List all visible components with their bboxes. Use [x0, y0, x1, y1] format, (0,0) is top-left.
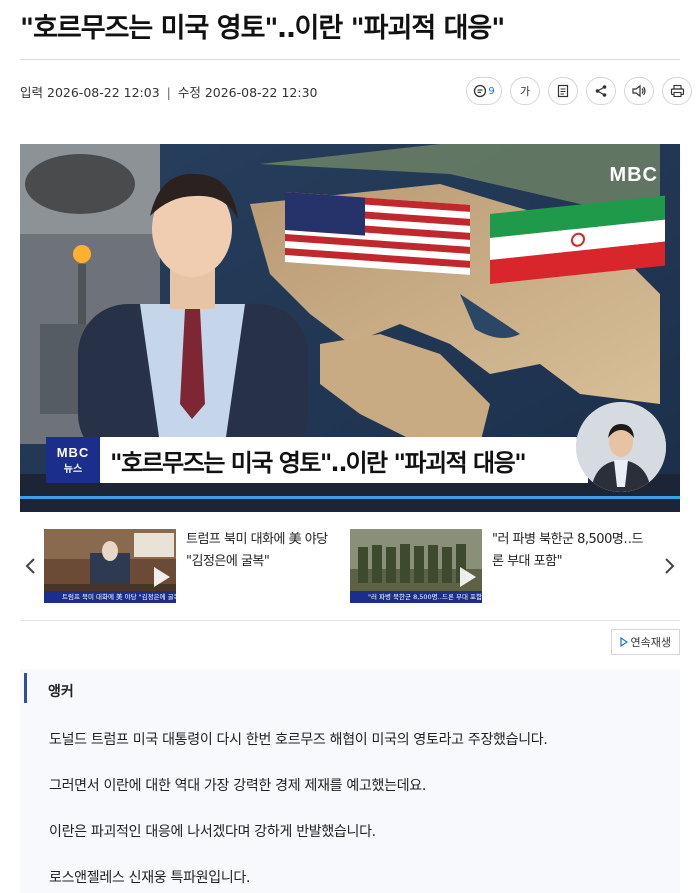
- related-videos: 트럼프 북미 대화에 美 야당 "김정은에 굴복" 트럼프 북미 대화에 美 야…: [20, 526, 680, 608]
- related-thumbnail[interactable]: 트럼프 북미 대화에 美 야당 "김정은에 굴복": [44, 529, 176, 603]
- article-meta: 입력 2026-08-22 12:03 | 수정 2026-08-22 12:3…: [20, 82, 317, 101]
- related-item[interactable]: 트럼프 북미 대화에 美 야당 "김정은에 굴복" 트럼프 북미 대화에 美 야…: [44, 529, 346, 603]
- comment-icon: [474, 84, 487, 98]
- related-title[interactable]: 트럼프 북미 대화에 美 야당 "김정은에 굴복": [186, 529, 346, 603]
- speaker-label: 앵커: [48, 684, 74, 700]
- tts-button[interactable]: [624, 77, 654, 105]
- clip-button[interactable]: [548, 77, 578, 105]
- chevron-right-icon: [665, 558, 675, 574]
- body-paragraph: 이란은 파괴적인 대응에 나서겠다며 강하게 반발했습니다.: [49, 824, 376, 840]
- thumb-caption: "러 파병 북한군 8,500명‥드론 부대 포함": [350, 591, 482, 603]
- divider: [20, 59, 680, 60]
- news-video-player[interactable]: MBC MBC 뉴스 "호르무즈는 미국 영토"‥이란 "파괴적 대응": [20, 144, 680, 512]
- comment-count: 9: [488, 85, 495, 97]
- autoplay-toggle[interactable]: 연속재생: [610, 629, 680, 655]
- mbc-news-logo: MBC 뉴스: [46, 437, 100, 483]
- speaker-icon: [632, 84, 646, 98]
- article-headline: "호르무즈는 미국 영토"‥이란 "파괴적 대응": [20, 13, 505, 44]
- body-paragraph: 그러면서 이란에 대한 역대 가장 강력한 경제 제재를 예고했는데요.: [49, 778, 427, 794]
- speaker-marker: [24, 673, 27, 703]
- lt-logo-bottom: 뉴스: [63, 464, 83, 475]
- lower-third-caption: MBC 뉴스 "호르무즈는 미국 영토"‥이란 "파괴적 대응": [46, 437, 588, 483]
- body-paragraph: 도널드 트럼프 미국 대통령이 다시 한번 호르무즈 해협이 미국의 영토라고 …: [49, 732, 548, 748]
- share-icon: [595, 85, 607, 97]
- prev-button[interactable]: [20, 554, 40, 578]
- signer-image: [576, 402, 666, 492]
- clip-icon: [557, 84, 569, 98]
- edit-label: 수정: [177, 85, 201, 100]
- print-icon: [670, 84, 684, 98]
- chevron-left-icon: [25, 558, 35, 574]
- next-button[interactable]: [660, 554, 680, 578]
- share-button[interactable]: [586, 77, 616, 105]
- related-item[interactable]: "러 파병 북한군 8,500명‥드론 부대 포함" "러 파병 북한군 8,5…: [350, 529, 652, 603]
- play-icon: [460, 567, 476, 587]
- play-icon: [619, 637, 628, 647]
- edit-time: 2026-08-22 12:30: [204, 85, 318, 100]
- lt-logo-top: MBC: [56, 445, 90, 460]
- lower-third-text: "호르무즈는 미국 영토"‥이란 "파괴적 대응": [110, 448, 527, 477]
- font-size-button[interactable]: 가: [510, 77, 540, 105]
- meta-separator: |: [166, 85, 171, 100]
- comment-button[interactable]: 9: [466, 77, 502, 105]
- related-title[interactable]: "러 파병 북한군 8,500명‥드론 부대 포함": [492, 529, 652, 603]
- article-toolbar: 9 가: [466, 77, 692, 105]
- mbc-logo: MBC: [609, 164, 658, 186]
- body-paragraph: 로스앤젤레스 신재웅 특파원입니다.: [49, 870, 251, 886]
- related-thumbnail[interactable]: "러 파병 북한군 8,500명‥드론 부대 포함": [350, 529, 482, 603]
- print-button[interactable]: [662, 77, 692, 105]
- divider: [20, 620, 680, 621]
- thumb-caption: 트럼프 북미 대화에 美 야당 "김정은에 굴복": [44, 591, 176, 603]
- article-body: 앵커 도널드 트럼프 미국 대통령이 다시 한번 호르무즈 해협이 미국의 영토…: [20, 669, 680, 893]
- font-size-icon: 가: [519, 85, 531, 98]
- input-label: 입력: [20, 85, 44, 100]
- autoplay-label: 연속재생: [630, 636, 671, 649]
- sign-language-interpreter: [576, 402, 666, 492]
- play-icon: [154, 567, 170, 587]
- input-time: 2026-08-22 12:03: [47, 85, 160, 100]
